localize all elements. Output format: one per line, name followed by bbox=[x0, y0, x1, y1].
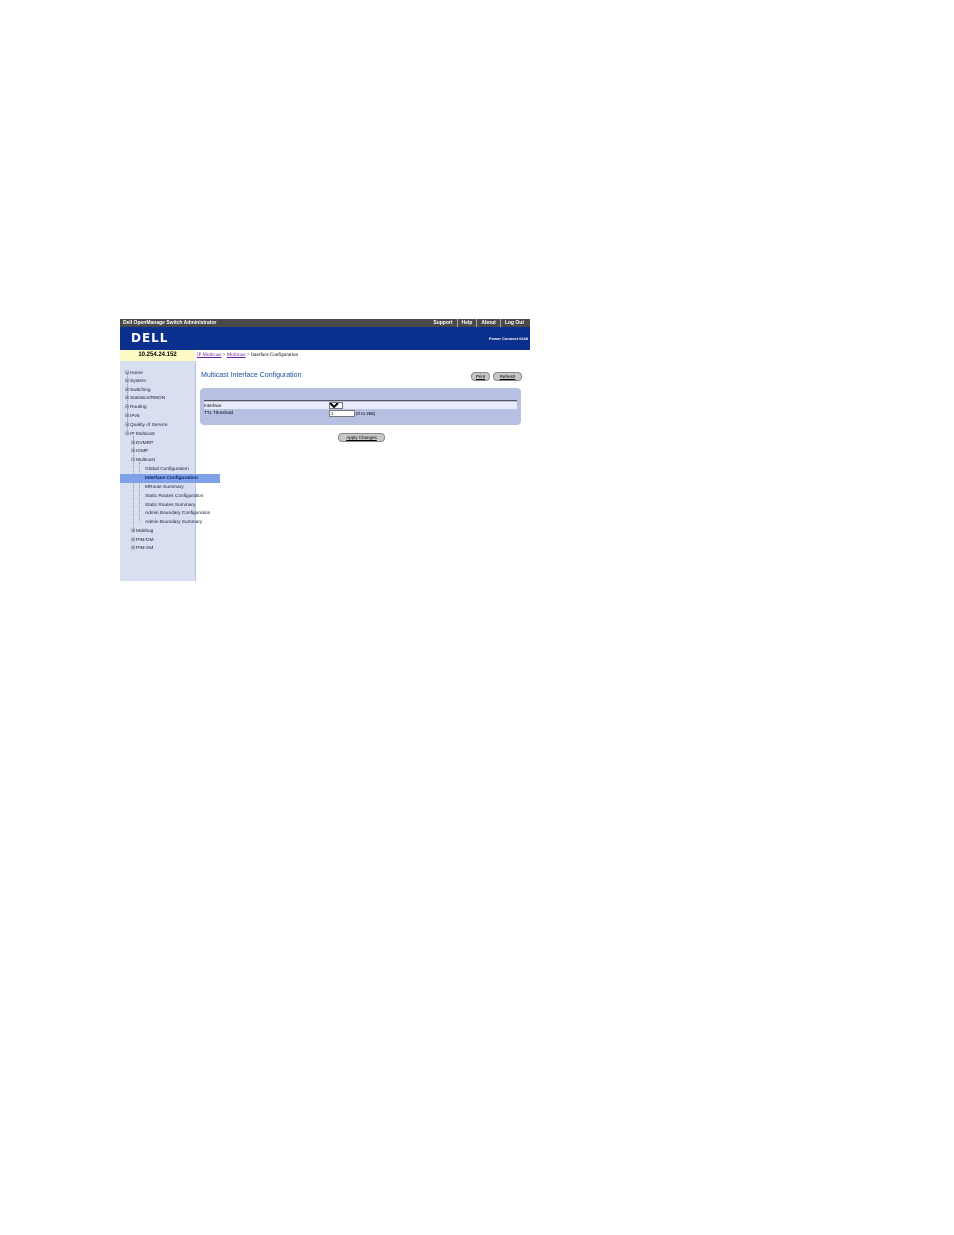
nav-item-pim-sm[interactable]: ⊞PIM-SM bbox=[120, 544, 206, 553]
form-divider bbox=[204, 400, 517, 401]
nav-item-ipv6[interactable]: ⊞IPv6 bbox=[120, 412, 200, 421]
breadcrumb-multicast-link[interactable]: Multicast bbox=[227, 353, 246, 358]
breadcrumb: IP Multicast > Multicast > Interface Con… bbox=[197, 350, 298, 361]
app-title: Dell OpenManage Switch Administrator bbox=[123, 320, 217, 326]
logout-link[interactable]: Log Out bbox=[499, 319, 528, 327]
page-title: Multicast Interface Configuration bbox=[201, 372, 302, 379]
nav-item-mroute-summary[interactable]: MRoute Summary bbox=[120, 483, 220, 492]
nav-item-routing[interactable]: ⊞Routing bbox=[120, 403, 200, 412]
nav-item-admin-boundary-summary[interactable]: Admin Boundary Summary bbox=[120, 518, 220, 527]
apply-changes-button[interactable]: Apply Changes bbox=[338, 433, 385, 442]
interface-row bbox=[204, 402, 517, 409]
top-links: Support Help About Log Out bbox=[429, 319, 528, 327]
support-link[interactable]: Support bbox=[429, 319, 456, 327]
nav-item-multicast[interactable]: ⊟Multicast bbox=[120, 456, 206, 465]
interface-select[interactable] bbox=[329, 402, 343, 409]
nav-item-interface-configuration[interactable]: Interface Configuration bbox=[120, 474, 220, 483]
nav-tree: ⊟Home ⊞System ⊞Switching ⊞Statistics/RMO… bbox=[120, 361, 220, 581]
app-window: Dell OpenManage Switch Administrator Sup… bbox=[120, 319, 530, 581]
breadcrumb-ip-multicast-link[interactable]: IP Multicast bbox=[197, 353, 221, 358]
brand-banner: DELL Power Connect 6248 bbox=[120, 327, 530, 350]
ttl-threshold-input[interactable] bbox=[329, 410, 355, 417]
nav-item-ip-multicast[interactable]: ⊟IP Multicast bbox=[120, 430, 200, 439]
nav-item-statistics[interactable]: ⊞Statistics/RMON bbox=[120, 394, 200, 403]
refresh-button[interactable]: Refresh bbox=[493, 372, 522, 381]
about-link[interactable]: About bbox=[476, 319, 499, 327]
nav-item-mdebug[interactable]: ⊞Mdebug bbox=[120, 527, 206, 536]
nav-item-system[interactable]: ⊞System bbox=[120, 377, 200, 386]
help-link[interactable]: Help bbox=[456, 319, 477, 327]
top-bar: Dell OpenManage Switch Administrator Sup… bbox=[120, 319, 530, 327]
nav-item-igmp[interactable]: ⊞IGMP bbox=[120, 447, 206, 456]
dell-logo: DELL bbox=[131, 331, 169, 345]
product-name: Power Connect 6248 bbox=[488, 336, 528, 341]
nav-item-qos[interactable]: ⊞Quality of Service bbox=[120, 421, 200, 430]
interface-label: Interface bbox=[204, 403, 222, 408]
nav-item-global-configuration[interactable]: Global Configuration bbox=[120, 465, 220, 474]
breadcrumb-current: Interface Configuration bbox=[250, 353, 299, 358]
ip-address: 10.254.24.152 bbox=[120, 350, 195, 361]
config-form: Interface TTL Threshold (0 to 255) bbox=[200, 388, 521, 425]
ttl-threshold-label: TTL Threshold bbox=[204, 410, 234, 415]
ttl-range-hint: (0 to 255) bbox=[356, 411, 376, 416]
print-button[interactable]: Print bbox=[471, 372, 490, 381]
nav-item-admin-boundary-configuration[interactable]: Admin Boundary Configuration bbox=[120, 509, 220, 518]
nav-item-static-routes-configuration[interactable]: Static Routes Configuration bbox=[120, 492, 220, 501]
